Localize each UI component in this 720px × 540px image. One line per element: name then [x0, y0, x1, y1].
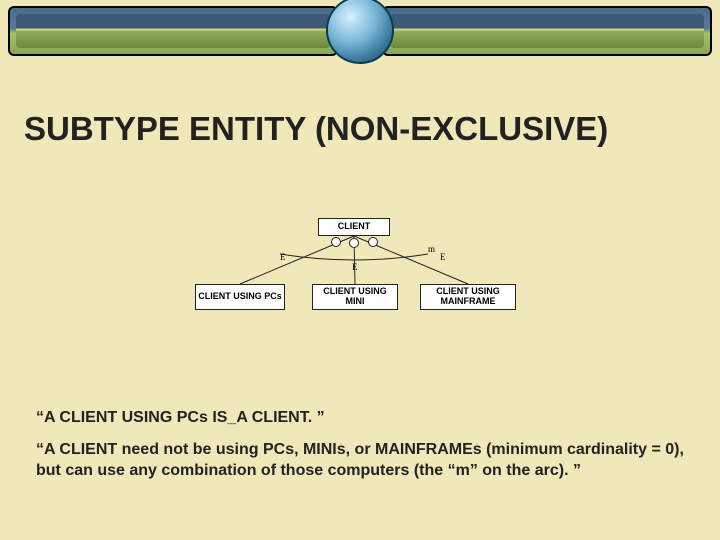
banner-right [382, 6, 712, 56]
slide-title: SUBTYPE ENTITY (NON-EXCLUSIVE) [24, 110, 696, 148]
banner-left [8, 6, 338, 56]
entity-subtype-mini: CLIENT USING MINI [312, 284, 398, 310]
e-left: E [280, 252, 286, 262]
e-mid: E [352, 262, 358, 272]
entity-subtype-pcs: CLIENT USING PCs [195, 284, 285, 310]
note-1: “A CLIENT USING PCs IS_A CLIENT. ” [36, 408, 684, 429]
header-banner [0, 0, 720, 62]
er-diagram: E E E m CLIENT CLIENT USING PCs CLIENT U… [120, 218, 600, 318]
entity-supertype: CLIENT [318, 218, 390, 236]
e-right: E [440, 252, 446, 262]
entity-subtype-mainframe: CLIENT USING MAINFRAME [420, 284, 516, 310]
arc-m-label: m [428, 244, 435, 254]
note-2: “A CLIENT need not be using PCs, MINIs, … [36, 440, 684, 482]
